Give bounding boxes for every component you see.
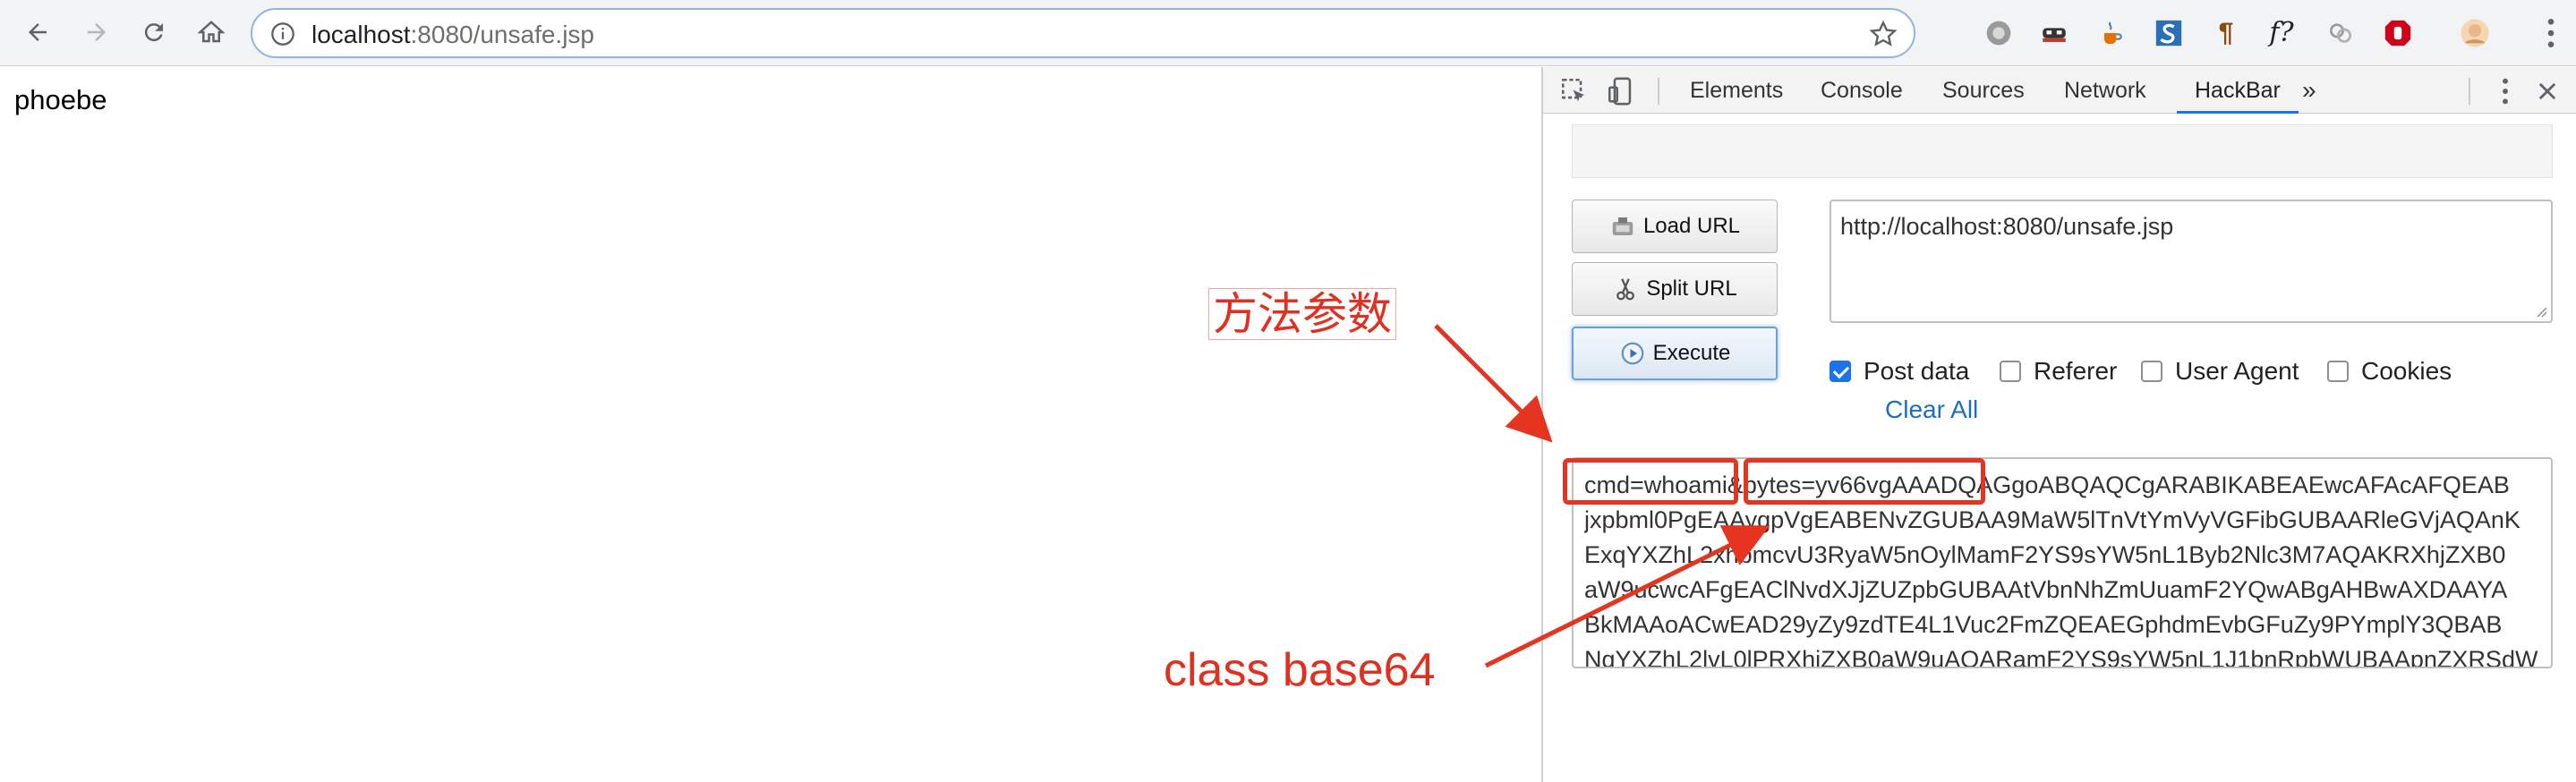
close-icon[interactable] (2535, 76, 2560, 106)
devtools-panel: Elements Console Sources Network HackBar… (1541, 67, 2576, 782)
post-data-line: aW9ucwcAFgEAClNvdXJjZUZpbGUBAAtVbnNhZmUu… (1584, 576, 2508, 603)
execute-label: Execute (1652, 341, 1731, 365)
tab-sources[interactable]: Sources (1939, 67, 2028, 114)
forward-arrow-icon[interactable] (79, 14, 115, 50)
mask-extension-icon[interactable] (2037, 16, 2071, 50)
resize-grip-icon[interactable] (2533, 303, 2547, 318)
post-data-line: BkMAAoACwEAD29yZy9zdTE4L1Vuc2FmZQEAEGphd… (1584, 611, 2503, 638)
checkbox-label: Referer (2034, 357, 2118, 385)
split-url-button[interactable]: Split URL (1572, 262, 1778, 316)
post-data-checkbox[interactable]: Post data (1830, 353, 1969, 389)
circle-extension-icon[interactable] (1982, 16, 2016, 50)
scissors-icon (1616, 278, 1635, 301)
tab-separator (1658, 78, 1659, 105)
hackbar-toolbar (1572, 124, 2553, 178)
cookies-checkbox[interactable]: Cookies (2327, 353, 2452, 389)
load-url-button[interactable]: Load URL (1572, 200, 1778, 253)
function-extension-icon[interactable]: f? (2265, 16, 2299, 50)
referer-checkbox[interactable]: Referer (2000, 353, 2117, 389)
url-input-value: http://localhost:8080/unsafe.jsp (1840, 213, 2174, 240)
execute-button[interactable]: Execute (1572, 327, 1778, 380)
tab-elements[interactable]: Elements (1686, 67, 1787, 114)
play-icon (1621, 342, 1644, 365)
load-url-icon (1612, 217, 1633, 235)
address-url: localhost:8080/unsafe.jsp (311, 21, 595, 48)
inspect-element-icon[interactable] (1559, 76, 1590, 106)
star-icon[interactable] (1869, 20, 1898, 48)
class-base64-annotation: class base64 (1164, 644, 1436, 696)
stop-hand-extension-icon[interactable] (2381, 16, 2415, 50)
checkbox-icon[interactable] (2327, 361, 2349, 382)
pilcrow-extension-icon[interactable]: ¶ (2209, 16, 2243, 50)
checkbox-icon[interactable] (2141, 361, 2162, 382)
checkbox-label: Post data (1864, 357, 1970, 385)
java-cup-extension-icon[interactable] (2094, 16, 2128, 50)
checkbox-icon[interactable] (2000, 361, 2021, 382)
clear-all-link[interactable]: Clear All (1885, 395, 1978, 424)
more-tabs-button[interactable]: » (2299, 67, 2320, 114)
post-data-line: jxpbml0PgEAAygpVgEABENvZGUBAA9MaW5lTnVtY… (1584, 506, 2521, 533)
tab-hackbar[interactable]: HackBar (2177, 67, 2299, 114)
method-params-arrow (1434, 324, 1553, 443)
checkbox-label: Cookies (2361, 357, 2452, 385)
post-data-line: NqYXZhL2lvL0lPRXhjZXB0aW9uAQARamF2YS9sYW… (1584, 646, 2538, 668)
avatar[interactable] (2458, 16, 2492, 50)
split-url-label: Split URL (1646, 276, 1737, 301)
s-extension-icon[interactable] (2152, 16, 2186, 50)
device-toolbar-icon[interactable] (1606, 76, 1636, 106)
browser-toolbar: localhost:8080/unsafe.jsp ¶ f? (0, 0, 2576, 66)
address-bar[interactable]: localhost:8080/unsafe.jsp (251, 8, 1915, 58)
home-icon[interactable] (193, 14, 229, 50)
post-data-line: ExqYXZhL2xhbmcvU3RyaW5nOylMamF2YS9sYW5nL… (1584, 541, 2506, 568)
tab-separator (2469, 78, 2470, 105)
tab-console[interactable]: Console (1817, 67, 1906, 114)
load-url-label: Load URL (1642, 214, 1741, 238)
checkbox-label: User Agent (2175, 357, 2299, 385)
checkbox-icon[interactable] (1830, 361, 1851, 382)
bytes-highlight-box (1744, 458, 1985, 505)
url-input[interactable]: http://localhost:8080/unsafe.jsp (1830, 200, 2553, 323)
user-agent-checkbox[interactable]: User Agent (2141, 353, 2299, 389)
devtools-tab-bar: Elements Console Sources Network HackBar… (1543, 67, 2576, 114)
method-params-annotation: 方法参数 (1208, 288, 1396, 340)
rings-extension-icon[interactable] (2324, 16, 2358, 50)
back-arrow-icon[interactable] (20, 14, 55, 50)
cmd-highlight-box (1563, 458, 1738, 505)
tab-network[interactable]: Network (2060, 67, 2150, 114)
page-body-text: phoebe (14, 84, 107, 115)
info-icon[interactable] (270, 21, 295, 47)
devtools-menu-icon[interactable] (2499, 76, 2512, 106)
reload-icon[interactable] (136, 14, 172, 50)
browser-menu-icon[interactable] (2542, 16, 2560, 50)
